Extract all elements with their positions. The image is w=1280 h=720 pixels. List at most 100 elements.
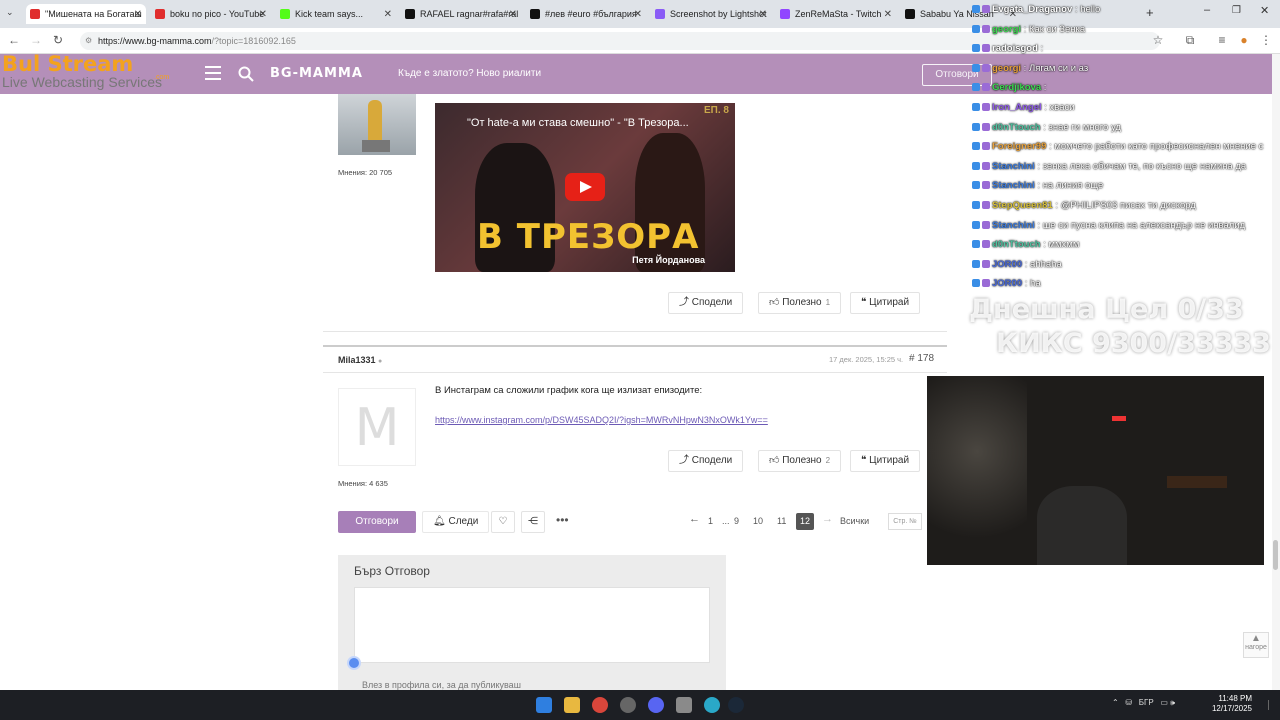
play-icon[interactable] bbox=[565, 173, 605, 201]
quote-button[interactable]: ❝ Цитирай bbox=[850, 450, 921, 472]
site-info-icon[interactable]: ⚙ bbox=[85, 32, 92, 50]
chat-username[interactable]: Iron_Angel bbox=[992, 102, 1042, 113]
post-author[interactable]: Mila1331 ● bbox=[338, 355, 382, 365]
network-icon[interactable]: ⛁ bbox=[1125, 698, 1132, 707]
system-tray[interactable]: ⌃ ⛁ БГР ▭ 🕪︎ bbox=[1112, 698, 1175, 708]
file-explorer-icon[interactable] bbox=[564, 697, 580, 713]
quick-reply-textarea[interactable] bbox=[354, 587, 710, 663]
new-tab-button[interactable]: + bbox=[1146, 5, 1154, 20]
all-pages-link[interactable]: Всички bbox=[840, 516, 869, 526]
tab-close-icon[interactable]: ✕ bbox=[134, 9, 142, 20]
user-avatar[interactable] bbox=[338, 94, 416, 155]
language-indicator[interactable]: БГР bbox=[1139, 698, 1154, 707]
media-control-icon[interactable]: ≡ bbox=[1214, 33, 1230, 47]
site-logo[interactable]: BG-MAMMA bbox=[270, 66, 363, 81]
edge-icon[interactable] bbox=[704, 697, 720, 713]
page-link[interactable]: 1 bbox=[708, 516, 713, 526]
chat-username[interactable]: Gerdjikova bbox=[992, 82, 1041, 93]
browser-tab[interactable]: "Мишената на Богаташ ✕ bbox=[26, 4, 146, 24]
app-icon[interactable] bbox=[620, 697, 636, 713]
tab-favicon-icon bbox=[155, 9, 165, 19]
close-window-button[interactable]: ✕ bbox=[1260, 4, 1269, 17]
browser-tab[interactable]: Screenshot by Lightshot ✕ bbox=[651, 4, 771, 24]
useful-button[interactable]: 👍︎ Полезно 2 bbox=[758, 450, 842, 472]
browser-tab[interactable]: #лев #euro #българия ✕ bbox=[526, 4, 646, 24]
profile-icon[interactable]: ● bbox=[1236, 33, 1252, 47]
scrollbar-thumb[interactable] bbox=[1273, 540, 1278, 570]
share-button[interactable]: ⤴ Сподели bbox=[668, 450, 744, 472]
follow-button[interactable]: 🔔︎ Следи bbox=[422, 511, 490, 533]
page-link[interactable]: 11 bbox=[777, 516, 786, 526]
browser-tab[interactable]: Kick team says... ✕ bbox=[276, 4, 396, 24]
chat-username[interactable]: Stanchini bbox=[992, 220, 1035, 231]
assistant-bubble-icon[interactable] bbox=[347, 656, 361, 670]
page-number-input[interactable]: Стр. № bbox=[888, 513, 922, 530]
chat-username[interactable]: Stanchini bbox=[992, 161, 1035, 172]
show-desktop-button[interactable] bbox=[1268, 700, 1274, 710]
volume-icon[interactable]: 🕪︎ bbox=[1170, 698, 1175, 707]
favorite-heart-icon[interactable]: ♡ bbox=[491, 511, 515, 533]
tab-close-icon[interactable]: ✕ bbox=[259, 9, 267, 20]
browser-tab[interactable]: boku no pico - YouTube ✕ bbox=[151, 4, 271, 24]
forward-icon[interactable]: → bbox=[28, 33, 44, 47]
prev-page-icon[interactable]: ← bbox=[689, 513, 700, 525]
browser-menu-icon[interactable]: ⋮ bbox=[1258, 33, 1274, 47]
hamburger-menu-icon[interactable] bbox=[205, 66, 221, 80]
tab-favicon-icon bbox=[30, 9, 40, 19]
browser-tab[interactable]: ZenReMaSta - Twitch ✕ bbox=[776, 4, 896, 24]
search-icon[interactable] bbox=[238, 66, 254, 82]
chrome-icon[interactable] bbox=[592, 697, 608, 713]
chevron-up-icon[interactable]: ⌃ bbox=[1112, 698, 1119, 707]
windows-start-icon[interactable] bbox=[536, 697, 552, 713]
tab-close-icon[interactable]: ✕ bbox=[884, 9, 892, 20]
reply-button[interactable]: Отговори bbox=[338, 511, 416, 533]
useful-count: 2 bbox=[825, 456, 831, 465]
next-page-icon[interactable]: → bbox=[822, 513, 833, 525]
chat-username[interactable]: JOR00 bbox=[992, 259, 1022, 270]
minimize-button[interactable]: – bbox=[1204, 4, 1210, 16]
bookmark-star-icon[interactable]: ☆ bbox=[1150, 33, 1166, 47]
video-subtitle: Петя Йорданова bbox=[632, 255, 705, 265]
chat-username[interactable]: d0nTtouch bbox=[992, 239, 1041, 250]
more-options-icon[interactable]: ••• bbox=[556, 513, 569, 527]
scroll-to-top-button[interactable]: ▲ нагоре bbox=[1243, 632, 1269, 658]
back-icon[interactable]: ← bbox=[6, 33, 22, 47]
tab-close-icon[interactable]: ✕ bbox=[634, 9, 642, 20]
header-headline-link[interactable]: Къде е златото? Ново риалити bbox=[398, 68, 541, 79]
chat-username[interactable]: georgi bbox=[992, 24, 1021, 35]
browser-tab[interactable]: RAFAEL ragnar#rafa#ral ✕ bbox=[401, 4, 521, 24]
extensions-icon[interactable]: ⧉ bbox=[1182, 33, 1198, 48]
monitor-icon[interactable]: ▭ bbox=[1160, 698, 1168, 707]
chat-username[interactable]: Foreigner99 bbox=[992, 141, 1046, 152]
chat-username[interactable]: georgi bbox=[992, 63, 1021, 74]
maximize-button[interactable]: ❐ bbox=[1232, 5, 1241, 16]
tab-close-icon[interactable]: ✕ bbox=[509, 9, 517, 20]
post-divider bbox=[323, 345, 947, 347]
post-number[interactable]: # 178 bbox=[909, 353, 934, 364]
chat-username[interactable]: d0nTtouch bbox=[992, 122, 1041, 133]
useful-button[interactable]: 👍︎ Полезно 1 bbox=[758, 292, 842, 314]
tab-close-icon[interactable]: ✕ bbox=[384, 9, 392, 20]
reload-icon[interactable]: ↻ bbox=[50, 33, 66, 47]
chat-username[interactable]: StepQueen81 bbox=[992, 200, 1053, 211]
chat-username[interactable]: Stanchini bbox=[992, 180, 1035, 191]
tab-close-icon[interactable]: ✕ bbox=[759, 9, 767, 20]
instagram-link[interactable]: https://www.instagram.com/p/DSW45SADQ2I/… bbox=[435, 415, 768, 425]
page-current[interactable]: 12 bbox=[796, 513, 814, 530]
quote-button[interactable]: ❝ Цитирай bbox=[850, 292, 921, 314]
page-link[interactable]: 10 bbox=[753, 516, 763, 526]
page-scrollbar[interactable] bbox=[1272, 54, 1280, 690]
steam-icon[interactable] bbox=[728, 697, 744, 713]
chat-username[interactable]: JOR00 bbox=[992, 278, 1022, 289]
chat-username[interactable]: radoisgod bbox=[992, 43, 1038, 54]
taskbar-clock[interactable]: 11:48 PM 12/17/2025 bbox=[1208, 694, 1252, 714]
user-avatar[interactable]: M bbox=[338, 388, 416, 466]
share-button[interactable]: ⤴ Сподели bbox=[668, 292, 744, 314]
settings-icon[interactable] bbox=[676, 697, 692, 713]
youtube-video-embed[interactable]: "От hate-а ми става смешно" - "В Трезора… bbox=[435, 103, 735, 272]
tab-list-button[interactable]: ⌄ bbox=[6, 7, 14, 18]
chat-username[interactable]: Evgata_Draganov bbox=[992, 4, 1072, 15]
share-network-icon[interactable]: ⋲ bbox=[521, 511, 545, 533]
discord-icon[interactable] bbox=[648, 697, 664, 713]
page-link[interactable]: 9 bbox=[734, 516, 739, 526]
